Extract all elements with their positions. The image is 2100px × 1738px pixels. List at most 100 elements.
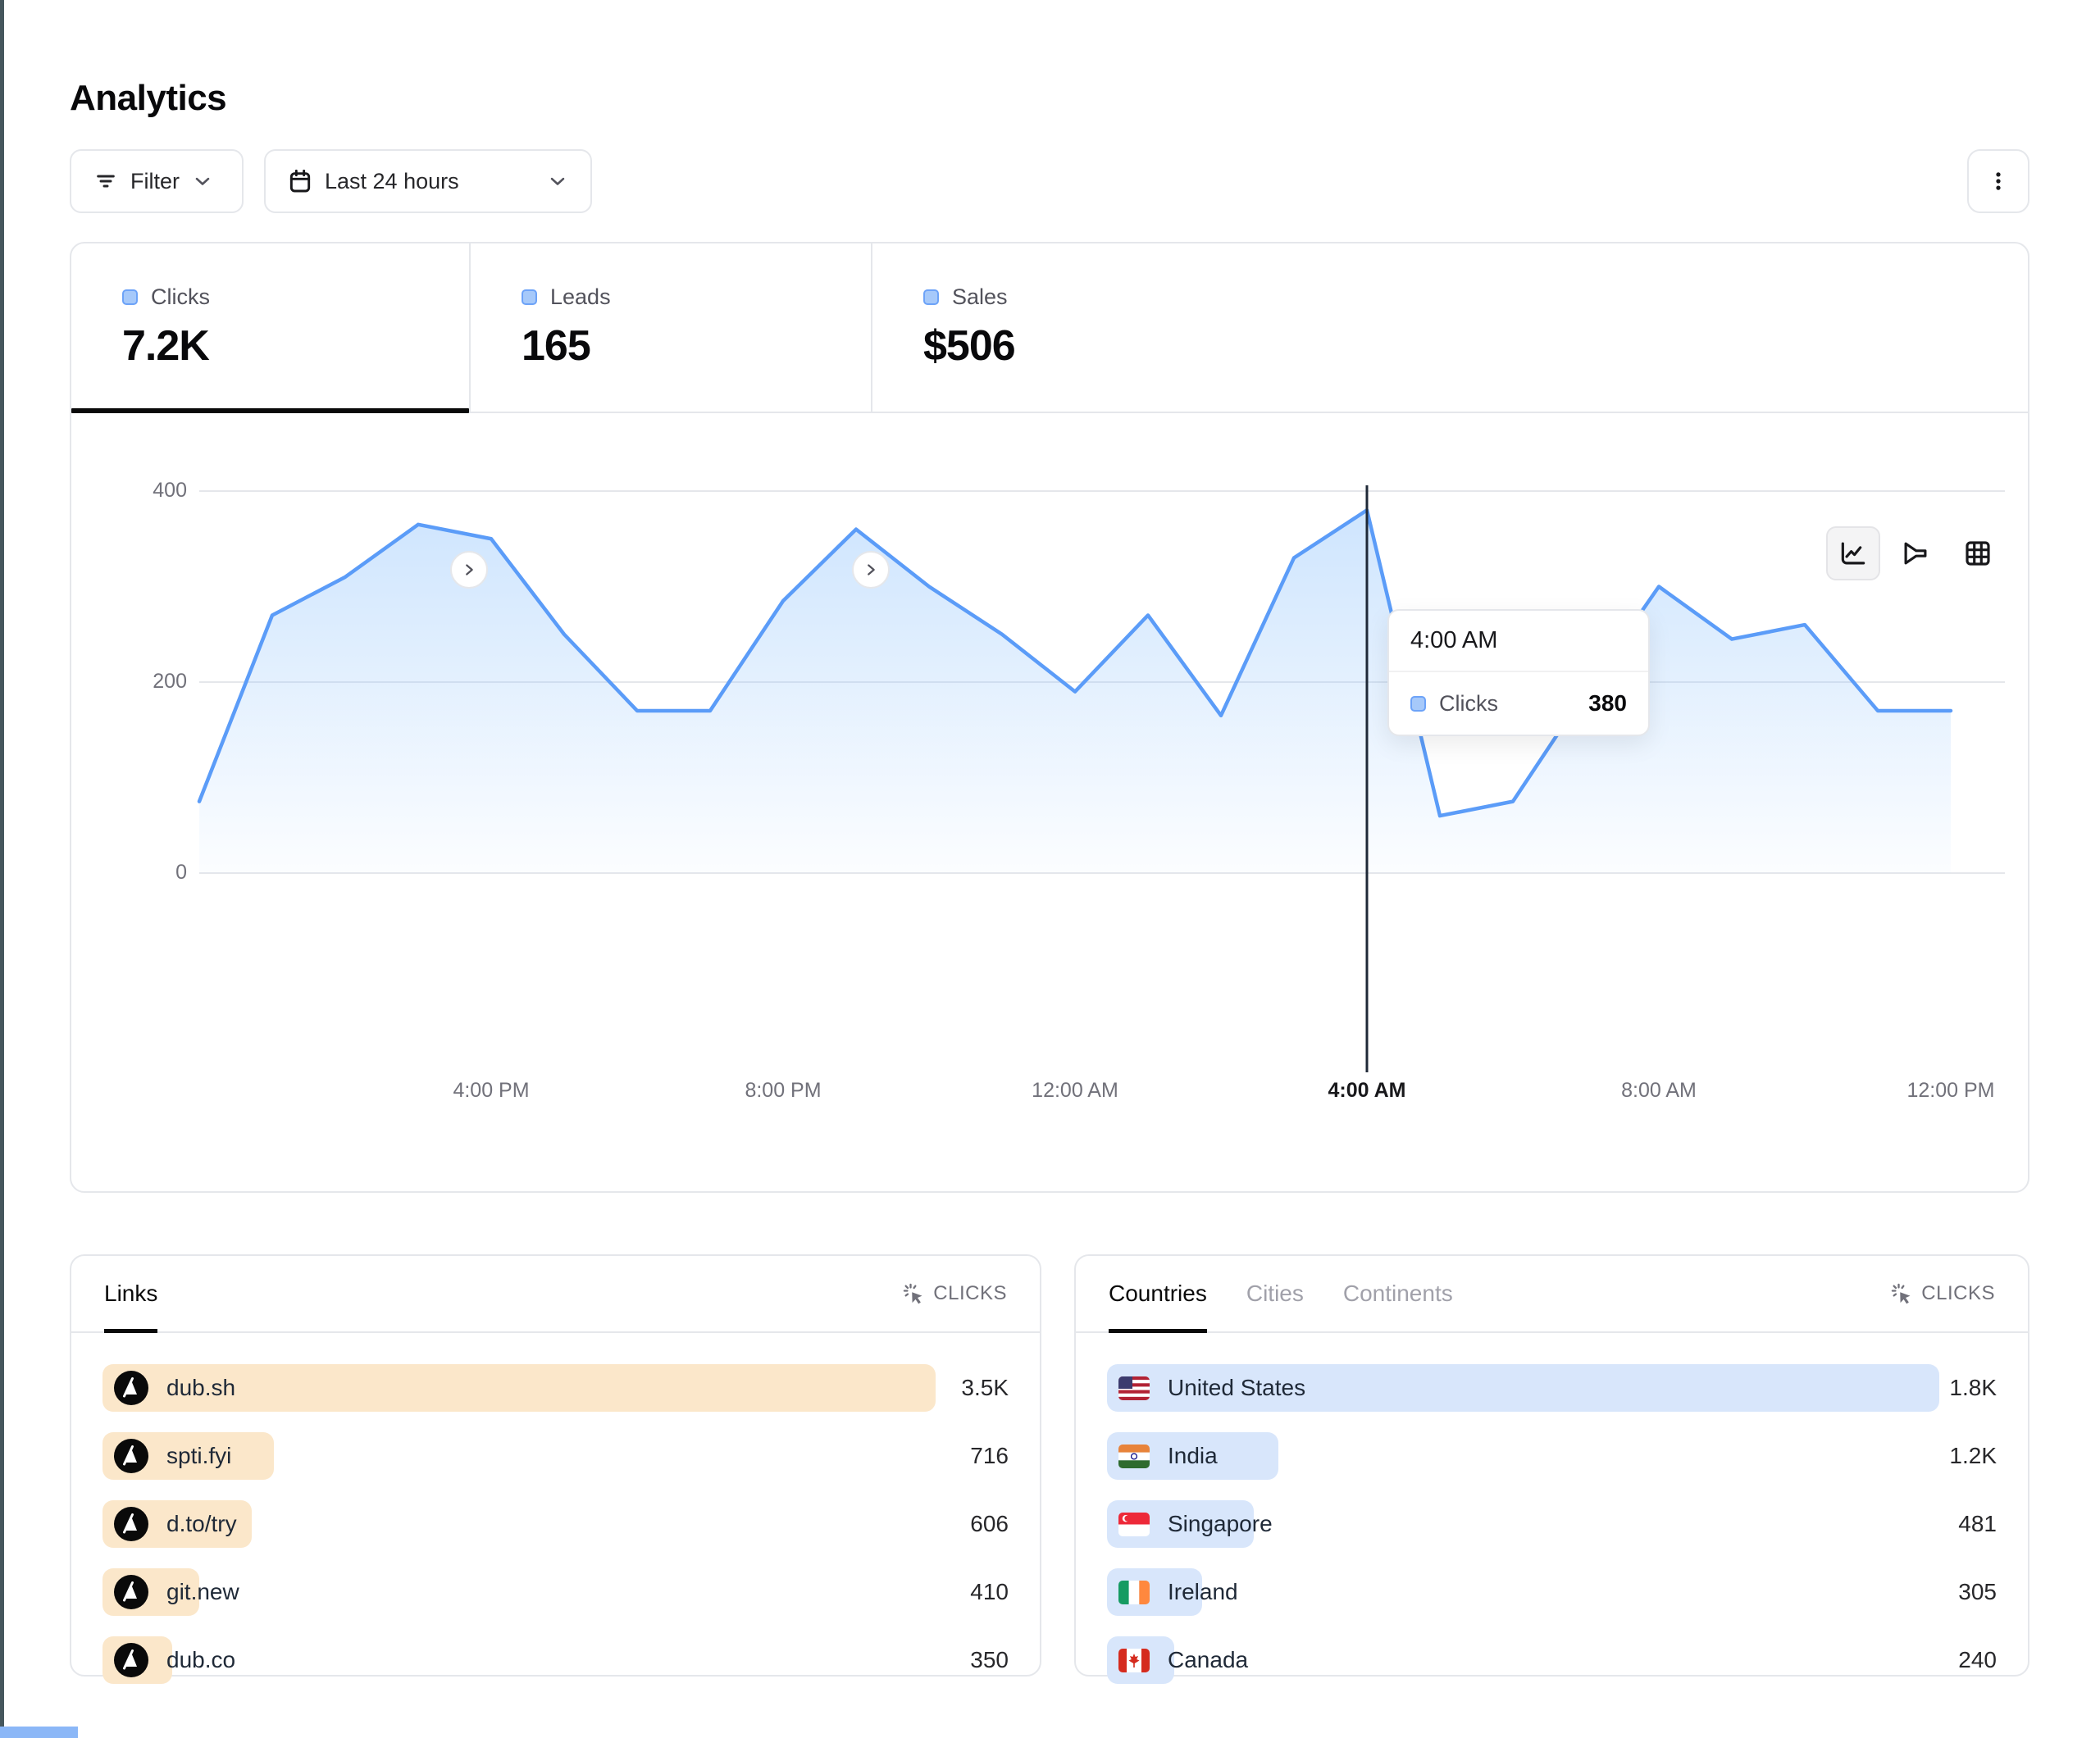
- y-axis-tick: 400: [113, 479, 187, 503]
- dub-logo-icon: [114, 1643, 148, 1677]
- date-range-button[interactable]: Last 24 hours: [264, 149, 592, 213]
- link-row[interactable]: dub.co 350: [102, 1636, 1009, 1684]
- tooltip-series-label: Clicks: [1439, 691, 1575, 717]
- chart-tooltip: 4:00 AM Clicks 380: [1387, 609, 1650, 736]
- link-clicks-value: 410: [970, 1568, 1009, 1616]
- country-row[interactable]: India 1.2K: [1107, 1432, 1997, 1480]
- country-name: United States: [1168, 1375, 1305, 1401]
- clicks-area-chart[interactable]: [70, 410, 2029, 1090]
- link-clicks-value: 716: [970, 1432, 1009, 1480]
- link-name: dub.co: [166, 1647, 235, 1673]
- links-metric-label: CLICKS: [933, 1282, 1007, 1305]
- flag-canada-icon: [1118, 1649, 1150, 1672]
- tab-countries[interactable]: Countries: [1109, 1256, 1207, 1331]
- filter-button-label: Filter: [130, 169, 180, 194]
- more-options-button[interactable]: [1967, 149, 2029, 213]
- country-name: Singapore: [1168, 1511, 1273, 1537]
- tab-links-label: Links: [104, 1281, 157, 1307]
- flag-india-icon: [1118, 1445, 1150, 1468]
- chevron-down-icon: [546, 170, 569, 193]
- links-panel-header: Links CLICKS: [71, 1256, 1040, 1333]
- window-left-border: [0, 0, 4, 1738]
- country-clicks-value: 1.8K: [1949, 1364, 1997, 1412]
- x-axis-tick: 8:00 AM: [1585, 1079, 1733, 1103]
- tab-links[interactable]: Links: [104, 1256, 157, 1331]
- y-axis-tick: 200: [113, 670, 187, 694]
- stat-tab-strip: Clicks 7.2K Leads 165 Sales $506: [71, 243, 2028, 413]
- tab-continents-label: Continents: [1343, 1281, 1453, 1307]
- stat-value: 7.2K: [122, 321, 469, 371]
- stat-label: Leads: [550, 284, 611, 310]
- link-row[interactable]: d.to/try 606: [102, 1500, 1009, 1548]
- stat-tab-clicks[interactable]: Clicks 7.2K: [71, 243, 469, 412]
- clicks-legend-swatch: [122, 289, 138, 305]
- countries-panel: Countries Cities Continents CLICKS: [1074, 1254, 2029, 1677]
- country-row[interactable]: Canada 240: [1107, 1636, 1997, 1684]
- dub-logo-icon: [114, 1439, 148, 1473]
- link-name: d.to/try: [166, 1511, 237, 1537]
- analytics-page: Analytics Filter Last 24 hours: [0, 0, 2100, 1738]
- country-row[interactable]: United States 1.8K: [1107, 1364, 1997, 1412]
- link-name: git.new: [166, 1579, 239, 1605]
- country-name: Ireland: [1168, 1579, 1238, 1605]
- page-title: Analytics: [70, 78, 226, 119]
- chart-view-switcher: [1826, 526, 2005, 580]
- link-clicks-value: 606: [970, 1500, 1009, 1548]
- stat-tab-sales[interactable]: Sales $506: [871, 243, 1273, 412]
- country-name: Canada: [1168, 1647, 1248, 1673]
- line-chart-view-button[interactable]: [1826, 526, 1880, 580]
- y-axis-tick: 0: [113, 861, 187, 885]
- tab-continents[interactable]: Continents: [1343, 1256, 1453, 1331]
- link-clicks-value: 350: [970, 1636, 1009, 1684]
- cursor-click-icon: [902, 1282, 925, 1305]
- x-axis-tick-highlighted: 4:00 AM: [1293, 1079, 1441, 1103]
- filter-button[interactable]: Filter: [70, 149, 244, 213]
- flag-ireland-icon: [1118, 1581, 1150, 1604]
- links-panel: Links CLICKS: [70, 1254, 1041, 1677]
- dub-logo-icon: [114, 1575, 148, 1609]
- stat-label: Sales: [952, 284, 1008, 310]
- expand-leads-sales-chip[interactable]: [852, 551, 890, 589]
- grid-table-icon: [1962, 538, 1993, 569]
- sales-legend-swatch: [923, 289, 939, 305]
- stat-value: 165: [522, 321, 871, 371]
- link-row[interactable]: dub.sh 3.5K: [102, 1364, 1009, 1412]
- date-range-label: Last 24 hours: [325, 169, 459, 194]
- links-list: dub.sh 3.5K spti.fyi 716: [102, 1364, 1009, 1704]
- table-view-button[interactable]: [1951, 526, 2005, 580]
- flag-us-icon: [1118, 1376, 1150, 1400]
- x-axis-tick: 8:00 PM: [709, 1079, 857, 1103]
- link-name: spti.fyi: [166, 1443, 231, 1469]
- chevron-right-icon: [862, 561, 880, 579]
- country-row[interactable]: Singapore 481: [1107, 1500, 1997, 1548]
- filter-icon: [93, 168, 119, 194]
- countries-metric-label: CLICKS: [1921, 1282, 1995, 1305]
- countries-metric-toggle[interactable]: CLICKS: [1890, 1282, 1995, 1305]
- chevron-down-icon: [191, 170, 214, 193]
- x-axis-tick: 4:00 PM: [417, 1079, 565, 1103]
- country-row[interactable]: Ireland 305: [1107, 1568, 1997, 1616]
- funnel-view-button[interactable]: [1888, 526, 1943, 580]
- country-name: India: [1168, 1443, 1218, 1469]
- tooltip-time: 4:00 AM: [1389, 611, 1648, 672]
- chevron-right-icon: [460, 561, 478, 579]
- link-clicks-value: 3.5K: [961, 1364, 1009, 1412]
- stat-label: Clicks: [151, 284, 210, 310]
- kebab-menu-icon: [1986, 167, 2011, 195]
- chart-canvas: [70, 410, 2029, 1090]
- links-metric-toggle[interactable]: CLICKS: [902, 1282, 1007, 1305]
- funnel-icon: [1900, 538, 1931, 569]
- leads-legend-swatch: [522, 289, 537, 305]
- link-row[interactable]: git.new 410: [102, 1568, 1009, 1616]
- tab-cities[interactable]: Cities: [1246, 1256, 1304, 1331]
- country-clicks-value: 1.2K: [1949, 1432, 1997, 1480]
- country-clicks-value: 305: [1958, 1568, 1997, 1616]
- link-row[interactable]: spti.fyi 716: [102, 1432, 1009, 1480]
- bottom-blue-sliver: [0, 1727, 78, 1738]
- expand-clicks-leads-chip[interactable]: [450, 551, 488, 589]
- country-clicks-value: 240: [1958, 1636, 1997, 1684]
- line-chart-icon: [1838, 538, 1869, 569]
- tooltip-value: 380: [1588, 690, 1627, 717]
- cursor-click-icon: [1890, 1282, 1913, 1305]
- stat-tab-leads[interactable]: Leads 165: [469, 243, 871, 412]
